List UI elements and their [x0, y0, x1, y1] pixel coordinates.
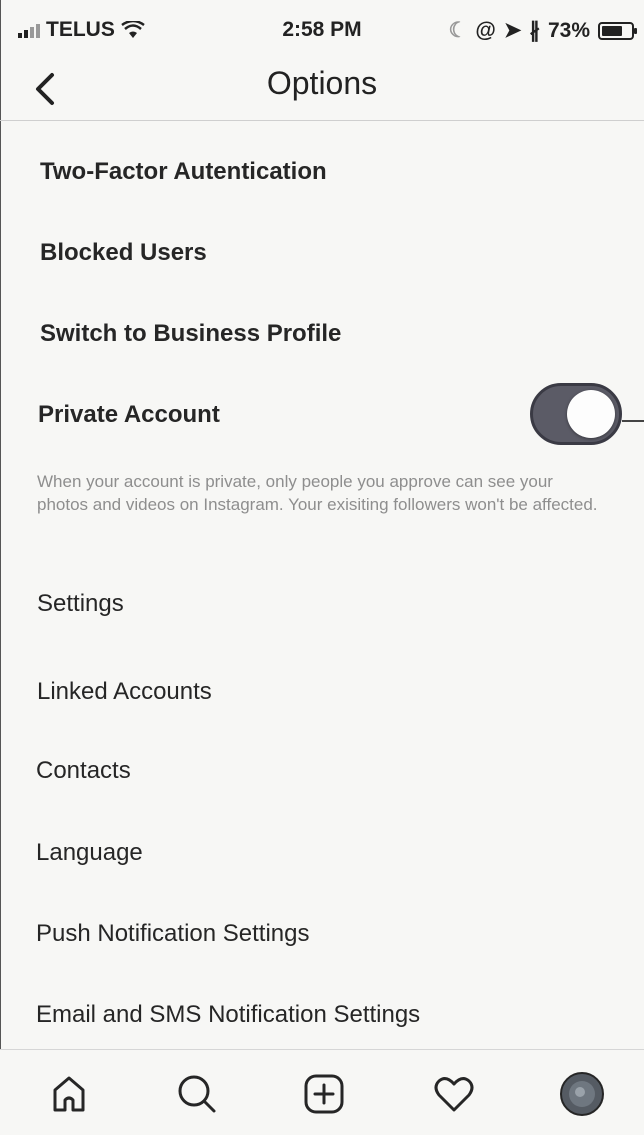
profile-tab[interactable]: [558, 1070, 606, 1118]
nav-bar: Options: [0, 55, 644, 121]
toggle-knob: [567, 390, 615, 438]
bottom-tab-bar: [0, 1049, 644, 1135]
language-row[interactable]: Language ›: [0, 813, 644, 893]
search-icon: [178, 1075, 216, 1113]
private-account-description: When your account is private, only peopl…: [37, 472, 598, 514]
row-label: Switch to Business Profile: [40, 320, 342, 347]
settings-section-header: Settings: [37, 590, 124, 617]
battery-level-fill: [602, 25, 622, 36]
orientation-lock-icon: @: [475, 18, 496, 42]
profile-avatar-icon: [560, 1072, 604, 1116]
private-account-toggle[interactable]: [530, 383, 622, 445]
linked-accounts-row[interactable]: Linked Accounts ›: [0, 652, 644, 732]
search-tab[interactable]: [172, 1070, 220, 1118]
row-label: Push Notification Settings: [36, 920, 310, 947]
switch-to-business-profile-row[interactable]: Switch to Business Profile ›: [0, 294, 644, 374]
add-post-tab[interactable]: [300, 1070, 348, 1118]
email-sms-notification-settings-row[interactable]: Email and SMS Notification Settings ›: [0, 975, 644, 1055]
status-indicators: ☾ @ ➤ ∦ 73%: [448, 18, 637, 43]
row-label: Email and SMS Notification Settings: [36, 1001, 421, 1028]
toggle-edge-line: [622, 420, 644, 422]
push-notification-settings-row[interactable]: Push Notification Settings ›: [0, 894, 644, 974]
home-tab[interactable]: [45, 1070, 93, 1118]
blocked-users-row[interactable]: Blocked Users ›: [0, 213, 644, 293]
private-account-label: Private Account: [38, 401, 220, 428]
row-label: Blocked Users: [40, 239, 207, 266]
home-icon: [53, 1076, 85, 1112]
row-label: Linked Accounts: [37, 678, 212, 705]
location-icon: ➤: [503, 19, 522, 42]
moon-icon: ☾: [448, 19, 468, 42]
row-label: Contacts: [36, 757, 131, 784]
status-bar: TELUS 2:58 PM ☾ @ ➤ ∦ 73%: [0, 0, 644, 60]
bluetooth-icon: ∦: [529, 19, 540, 42]
heart-icon: [434, 1077, 474, 1112]
add-post-icon: [304, 1074, 344, 1114]
row-label: Two-Factor Autentication: [40, 158, 327, 185]
activity-tab[interactable]: [430, 1070, 478, 1118]
row-label: Language: [36, 839, 143, 866]
two-factor-authentication-row[interactable]: Two-Factor Autentication ›: [0, 132, 644, 212]
battery-percent: 73%: [547, 18, 590, 42]
battery-icon: [598, 21, 637, 40]
contacts-row[interactable]: Contacts ›: [0, 731, 644, 811]
page-title: Options: [266, 65, 378, 101]
